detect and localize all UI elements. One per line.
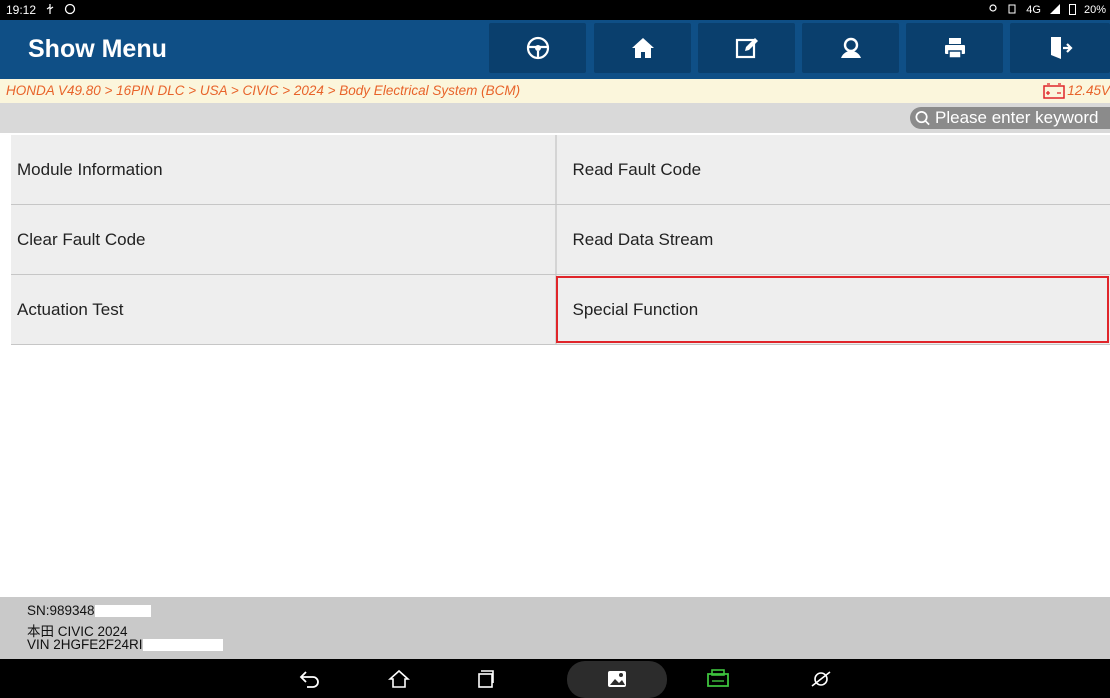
battery-voltage: 12.45V [1043, 79, 1110, 103]
search-bar [0, 103, 1110, 133]
menu-row: Actuation Test Special Function [11, 275, 1110, 345]
planet-icon [811, 670, 831, 687]
menu-item-clear-fault-code[interactable]: Clear Fault Code [11, 205, 555, 274]
redaction-mask [142, 639, 223, 652]
remote-support-button[interactable] [802, 23, 899, 73]
print-button[interactable] [906, 23, 1003, 73]
network-type: 4G [1026, 4, 1041, 16]
menu-item-module-information[interactable]: Module Information [11, 135, 555, 204]
vci-button[interactable] [702, 659, 734, 698]
exit-icon [1051, 37, 1073, 59]
menu-item-special-function[interactable]: Special Function [554, 275, 1110, 344]
browser-button[interactable] [806, 659, 836, 698]
home-button[interactable] [594, 23, 691, 73]
voltage-value: 12.45V [1067, 83, 1110, 98]
vehicle-info-panel: SN:989348 本田 CIVIC 2024 VIN 2HGFE2F24RI [0, 597, 1110, 659]
battery-level: 20% [1083, 4, 1106, 16]
status-bar: 19:12 4G 20% [0, 0, 1110, 20]
serial-number: SN:989348 [27, 603, 151, 618]
screenshot-button[interactable] [602, 659, 632, 698]
status-time: 19:12 [6, 3, 37, 17]
vin-number: VIN 2HGFE2F24RI [27, 637, 223, 652]
title-bar: Show Menu [0, 20, 1110, 79]
recents-button[interactable] [471, 659, 501, 698]
home-outline-icon [388, 669, 410, 688]
signal-icon [1049, 3, 1061, 18]
menu-item-actuation-test[interactable]: Actuation Test [11, 275, 555, 344]
search-box[interactable] [910, 107, 1110, 129]
printer-icon [944, 38, 965, 59]
back-button[interactable] [295, 659, 325, 698]
exit-button[interactable] [1010, 23, 1110, 73]
recents-icon [478, 669, 494, 688]
redaction-mask [94, 605, 151, 618]
function-menu: Module Information Read Fault Code Clear… [11, 135, 1110, 345]
breadcrumb: HONDA V49.80 > 16PIN DLC > USA > CIVIC >… [0, 79, 1110, 103]
page-title: Show Menu [28, 35, 167, 63]
edit-icon [735, 38, 758, 59]
chat-icon [64, 3, 76, 18]
battery-icon [1068, 3, 1076, 18]
car-battery-icon [1043, 83, 1065, 99]
image-icon [608, 670, 626, 687]
feedback-button[interactable] [698, 23, 795, 73]
menu-item-read-fault-code[interactable]: Read Fault Code [554, 135, 1110, 204]
steering-wheel-icon [526, 36, 549, 60]
search-icon [915, 111, 930, 126]
usb-icon [44, 3, 56, 18]
user-support-icon [840, 37, 861, 58]
nav-home-button[interactable] [384, 659, 414, 698]
menu-row: Clear Fault Code Read Data Stream [11, 205, 1110, 275]
breadcrumb-path: HONDA V49.80 > 16PIN DLC > USA > CIVIC >… [6, 83, 521, 98]
vibrate-icon [1006, 3, 1018, 18]
menu-item-read-data-stream[interactable]: Read Data Stream [554, 205, 1110, 274]
back-icon [299, 670, 319, 688]
menu-row: Module Information Read Fault Code [11, 135, 1110, 205]
android-nav-bar [0, 659, 1110, 698]
location-icon [988, 3, 998, 18]
home-icon [631, 38, 654, 58]
vci-connector-icon [707, 668, 729, 687]
vehicle-connect-button[interactable] [489, 23, 586, 73]
search-input[interactable] [935, 108, 1110, 128]
